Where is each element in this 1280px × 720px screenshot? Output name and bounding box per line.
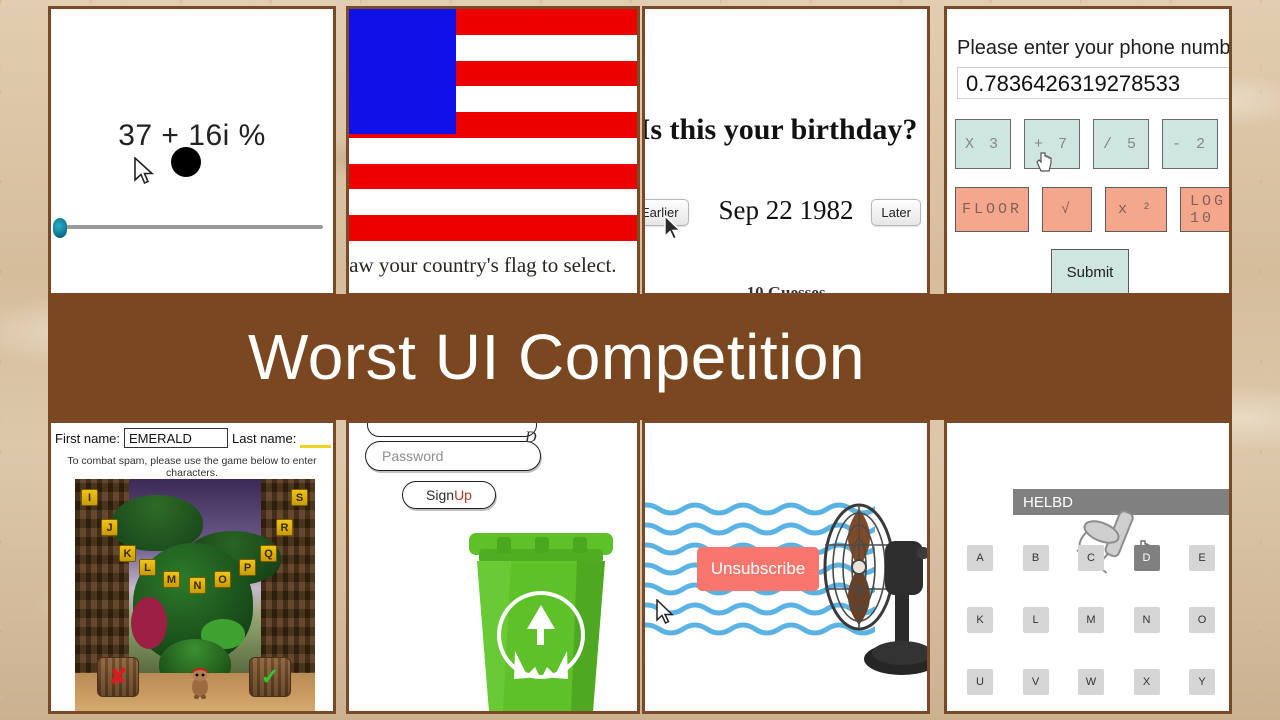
title-banner: Worst UI Competition — [48, 294, 1232, 420]
op-subtract-button[interactable]: - 2 — [1162, 119, 1218, 169]
letter-key-m[interactable]: M — [1078, 607, 1104, 633]
letter-tile[interactable]: Q — [260, 545, 277, 562]
function-button-row: FLOOR √ x ² LOG 10 — [955, 187, 1229, 232]
unsubscribe-button[interactable]: Unsubscribe — [697, 547, 819, 591]
letter-tile[interactable]: L — [139, 559, 156, 576]
barrel-accept[interactable]: ✓ — [249, 657, 291, 697]
slider-knob[interactable] — [171, 147, 201, 177]
recycle-bin-icon[interactable] — [457, 519, 625, 714]
letter-tile[interactable]: R — [276, 519, 293, 536]
later-button[interactable]: Later — [871, 199, 921, 226]
letter-row: U V W X Y — [967, 669, 1215, 695]
op-multiply-button[interactable]: X 3 — [955, 119, 1011, 169]
mouse-cursor-icon — [134, 157, 155, 185]
op-divide-button[interactable]: / 5 — [1093, 119, 1149, 169]
mouse-cursor-icon — [664, 215, 682, 240]
letter-key-n[interactable]: N — [1133, 607, 1160, 633]
game-character-icon — [191, 668, 209, 699]
letter-row: K L M N O — [967, 607, 1215, 633]
fn-floor-button[interactable]: FLOOR — [955, 187, 1029, 232]
letter-row: A B C D E — [967, 545, 1215, 571]
letter-grid: A B C D E K L M N O U V W X Y — [967, 545, 1215, 711]
letter-tile[interactable]: I — [81, 489, 98, 506]
name-fields-row: First name: EMERALD Last name: — [51, 425, 333, 451]
letter-key-l[interactable]: L — [1022, 607, 1049, 633]
letter-key-u[interactable]: U — [967, 669, 993, 695]
panel-slider-percent: 37 + 16i % — [48, 6, 336, 296]
electric-fan-icon — [823, 503, 927, 675]
first-name-label: First name: — [55, 430, 121, 446]
fn-log10-button[interactable]: LOG 10 — [1180, 187, 1229, 232]
letter-key-o[interactable]: O — [1189, 607, 1215, 633]
captcha-game-canvas[interactable]: I J K L M N O P Q R S ✘ ✓ — [75, 479, 315, 711]
letter-key-k[interactable]: K — [967, 607, 993, 633]
letter-key-v[interactable]: V — [1022, 669, 1049, 695]
signup-button[interactable]: Sign Up — [402, 481, 496, 509]
panel-birthday-guess: Is this your birthday? Sep 22 1982 Earli… — [642, 6, 930, 296]
letter-key-c[interactable]: C — [1078, 545, 1104, 571]
letter-key-w[interactable]: W — [1078, 669, 1104, 695]
letter-tile[interactable]: J — [101, 519, 118, 536]
phone-prompt: Please enter your phone number — [957, 37, 1232, 59]
panel-unsubscribe-fan: Unsubscribe — [642, 420, 930, 714]
slider-handle[interactable] — [53, 218, 67, 238]
letter-key-e[interactable]: E — [1189, 545, 1215, 571]
flag-canton — [349, 9, 456, 135]
letter-tile[interactable]: S — [291, 489, 308, 506]
signup-label-part1: Sign — [426, 487, 455, 503]
letter-tile[interactable]: M — [163, 571, 180, 588]
mouse-cursor-icon — [656, 599, 674, 625]
fn-sqrt-button[interactable]: √ — [1042, 187, 1092, 232]
pointer-hand-icon — [1036, 152, 1052, 172]
last-name-input[interactable] — [300, 428, 331, 448]
fn-square-button[interactable]: x ² — [1105, 187, 1167, 232]
page-title: Worst UI Competition — [248, 321, 865, 393]
password-input[interactable]: Password — [365, 441, 541, 471]
letter-key-b[interactable]: B — [1022, 545, 1049, 571]
letter-tile[interactable]: P — [239, 559, 256, 576]
phone-number-input[interactable]: 0.7836426319278533 — [957, 67, 1229, 99]
letter-key-d[interactable]: D — [1133, 545, 1160, 571]
first-name-input[interactable]: EMERALD — [124, 428, 229, 448]
stray-letter-label: D — [525, 429, 537, 446]
letter-tile[interactable]: K — [119, 545, 136, 562]
last-name-label: Last name: — [232, 430, 297, 446]
submit-button[interactable]: Submit — [1051, 249, 1129, 293]
username-input[interactable] — [367, 423, 537, 437]
panel-flag-picker: Draw your country's flag to select. — [346, 6, 640, 296]
letter-key-y[interactable]: Y — [1189, 669, 1215, 695]
letter-tile[interactable]: O — [214, 571, 231, 588]
jungle-trunk-right — [261, 479, 315, 681]
operation-button-row: X 3 + 7 / 5 - 2 — [955, 119, 1218, 169]
panel-signup-recycle: Password D Sign Up — [346, 420, 640, 714]
letter-tile[interactable]: N — [189, 577, 206, 594]
barrel-reject[interactable]: ✘ — [97, 657, 139, 697]
slider-track[interactable] — [65, 225, 323, 229]
signup-label-part2: Up — [454, 487, 472, 503]
captcha-hint: To combat spam, please use the game belo… — [67, 455, 317, 479]
panel-phone-calculator: Please enter your phone number 0.7836426… — [944, 6, 1232, 296]
flag-us-icon[interactable] — [349, 9, 637, 242]
jungle-flower — [131, 597, 167, 649]
panel-letter-picker: HELBD A B C D E K L M N O U V W X Y — [944, 420, 1232, 714]
flag-caption: Draw your country's flag to select. — [346, 253, 617, 277]
letter-key-a[interactable]: A — [967, 545, 993, 571]
letter-key-x[interactable]: X — [1133, 669, 1160, 695]
panel-captcha-game: First name: EMERALD Last name: To combat… — [48, 420, 336, 714]
birthday-question: Is this your birthday? — [642, 113, 918, 146]
